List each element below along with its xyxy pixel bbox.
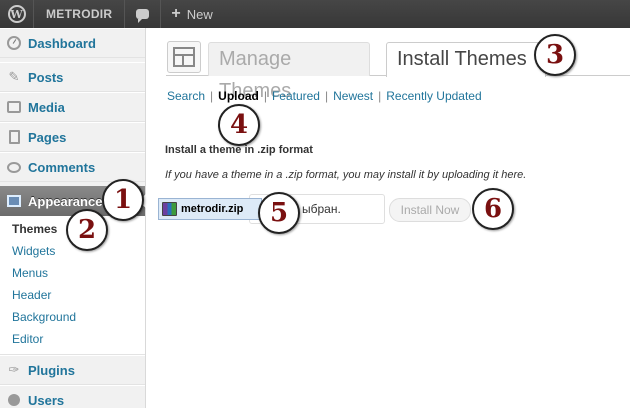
dashboard-icon: [7, 36, 21, 50]
user-icon: [8, 394, 20, 406]
main-content: Manage Themes Install Themes Search | Uplo…: [146, 28, 630, 408]
menu-label: Media: [28, 99, 65, 115]
appearance-icon: [7, 195, 21, 207]
plugin-icon: ✑: [8, 362, 20, 377]
menu-dashboard[interactable]: Dashboard: [0, 28, 145, 58]
menu-label: Users: [28, 392, 65, 408]
menu-label: Plugins: [28, 362, 75, 378]
upload-description: If you have a theme in a .zip format, yo…: [165, 169, 527, 181]
plus-icon: +: [171, 5, 181, 22]
menu-users[interactable]: Users: [0, 385, 145, 408]
subnav-search[interactable]: Search: [167, 89, 205, 103]
submenu-editor[interactable]: Editor: [0, 328, 145, 350]
archive-file-icon: [162, 202, 177, 216]
step-marker-3: 3: [534, 34, 576, 76]
subnav-upload[interactable]: Upload: [218, 89, 259, 103]
site-name-link[interactable]: METRODIR: [34, 0, 126, 28]
menu-label: Posts: [28, 69, 64, 85]
pages-icon: [8, 130, 20, 144]
step-marker-2: 2: [66, 209, 108, 251]
menu-plugins[interactable]: ✑ Plugins: [0, 355, 145, 385]
themes-screen-icon: [167, 41, 201, 73]
subnav-featured[interactable]: Featured: [272, 89, 320, 103]
step-marker-6: 6: [472, 188, 514, 230]
admin-bar: W METRODIR + New: [0, 0, 630, 28]
menu-media[interactable]: Media: [0, 92, 145, 122]
submenu-header[interactable]: Header: [0, 284, 145, 306]
new-label: New: [186, 6, 213, 22]
submenu-background[interactable]: Background: [0, 306, 145, 328]
wordpress-logo-icon: W: [7, 5, 26, 23]
media-icon: [7, 101, 21, 113]
submenu-menus[interactable]: Menus: [0, 262, 145, 284]
subnav-newest[interactable]: Newest: [333, 89, 373, 103]
dragged-file[interactable]: metrodir.zip: [158, 198, 262, 220]
menu-pages[interactable]: Pages: [0, 122, 145, 152]
install-subnav: Search | Upload | Featured | Newest | Recently U…: [167, 89, 482, 103]
file-name: metrodir.zip: [181, 203, 244, 215]
menu-label: Pages: [28, 129, 67, 145]
new-content-button[interactable]: + New: [161, 0, 222, 28]
menu-label: Appearance: [28, 193, 103, 209]
wordpress-logo-button[interactable]: W: [0, 0, 34, 28]
comment-icon: [7, 161, 21, 173]
step-marker-4: 4: [218, 104, 260, 146]
tab-install-themes[interactable]: Install Themes: [386, 42, 546, 77]
menu-label: Dashboard: [28, 35, 96, 51]
menu-label: Comments: [28, 159, 96, 175]
step-marker-5: 5: [258, 192, 300, 234]
install-now-button[interactable]: Install Now: [389, 198, 471, 222]
comments-button[interactable]: [125, 0, 162, 28]
menu-comments[interactable]: Comments: [0, 152, 145, 182]
menu-posts[interactable]: ✎ Posts: [0, 62, 145, 92]
pin-icon: ✎: [8, 69, 20, 84]
comment-bubble-icon: [136, 9, 150, 23]
step-marker-1: 1: [102, 179, 144, 221]
tab-manage-themes[interactable]: Manage Themes: [208, 42, 370, 102]
subnav-recently-updated[interactable]: Recently Updated: [386, 89, 481, 103]
